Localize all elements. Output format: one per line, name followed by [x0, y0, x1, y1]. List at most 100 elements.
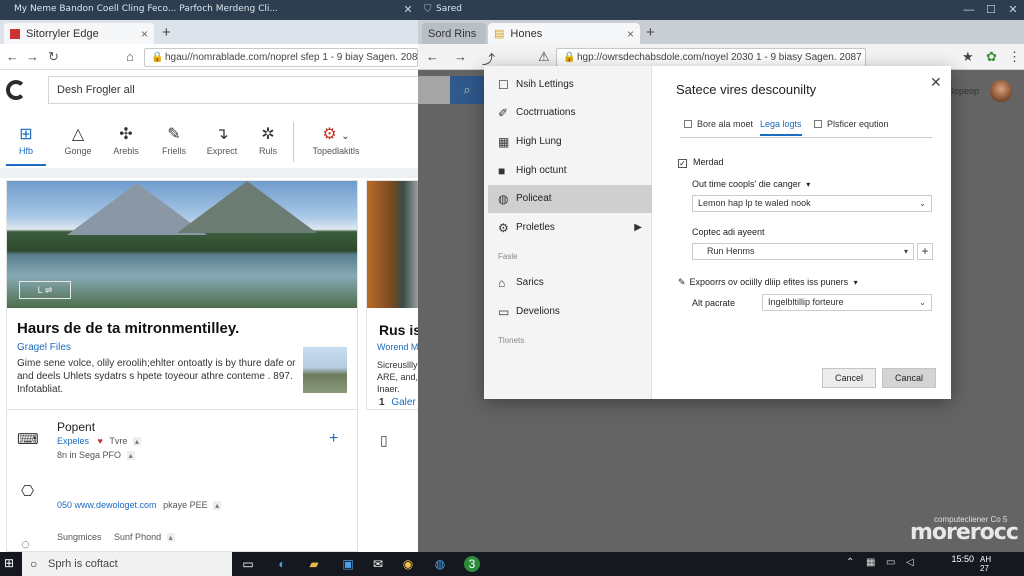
- category-ruls[interactable]: ✲ Ruls: [244, 124, 292, 156]
- category-arebls[interactable]: ✣ Arebls: [102, 124, 150, 156]
- battery-icon[interactable]: ▭: [886, 557, 895, 568]
- forest-image: [367, 181, 418, 308]
- back-icon[interactable]: ←: [6, 49, 19, 64]
- settings-dialog: ☐ Nsih Lettings ✐ Coctrruations ▦ High L…: [484, 66, 951, 399]
- chevron-up-icon[interactable]: ⌃: [846, 557, 854, 568]
- list-item-title[interactable]: Popent: [57, 420, 95, 434]
- forward-icon[interactable]: →: [26, 49, 39, 64]
- mountain-shape: [177, 181, 317, 233]
- menu-item[interactable]: ⚙ Proletles ▶: [488, 214, 652, 242]
- menu-item[interactable]: ✐ Coctrruations: [488, 99, 652, 127]
- tab-lega-logts[interactable]: Lega logts: [760, 114, 802, 136]
- image-gallery-button[interactable]: L ⇌: [19, 281, 71, 299]
- chevron-down-icon: ⌄: [919, 298, 926, 307]
- browser-tab-active[interactable]: ▤ Hones ×: [488, 23, 640, 44]
- maximize-icon[interactable]: ☐: [980, 0, 1002, 20]
- card-source[interactable]: Gragel Files: [17, 342, 71, 353]
- lock-icon: 🔒: [151, 52, 164, 63]
- back-icon[interactable]: ←: [426, 49, 439, 64]
- field2-input[interactable]: Run Henms ▾: [692, 243, 914, 260]
- cancel-primary-button[interactable]: Cancal: [882, 368, 936, 388]
- list-item-sub[interactable]: Sungmices Sunf Phond ▴: [57, 532, 175, 542]
- add-button[interactable]: +: [329, 430, 338, 448]
- chrome-icon[interactable]: ◉: [400, 556, 416, 572]
- menu-item[interactable]: ▦ High Lung: [488, 128, 652, 156]
- refresh-icon[interactable]: ↻: [48, 49, 59, 65]
- checkbox-icon: ☐: [498, 78, 509, 92]
- mail-icon[interactable]: ✉: [370, 556, 386, 572]
- tab-label: Lega logts: [760, 119, 802, 129]
- news-card[interactable]: L ⇌ Haurs de de ta mitronmentilley. Grag…: [6, 180, 358, 410]
- start-icon[interactable]: ⊞: [4, 556, 14, 570]
- folder-icon[interactable]: ▰: [306, 556, 322, 572]
- home-icon[interactable]: ⌂: [126, 49, 134, 64]
- browser-tab[interactable]: Sitorryler Edge ×: [4, 23, 154, 44]
- menu-item[interactable]: ☐ Nsih Lettings: [488, 71, 652, 99]
- list-item-link[interactable]: 050 www.dewologet.com pkaye PEE ▴: [57, 500, 222, 510]
- card-title[interactable]: Rus is: [379, 322, 418, 338]
- avatar[interactable]: [990, 80, 1012, 102]
- puzzle-icon: ✣: [119, 126, 133, 143]
- category-exprect[interactable]: ↴ Exprect: [198, 124, 246, 156]
- edit-icon: ✎: [167, 126, 181, 143]
- field4-select[interactable]: Ingelbltillip forteure ⌄: [762, 294, 932, 311]
- minimize-icon[interactable]: —: [958, 0, 980, 20]
- green-app-icon[interactable]: 3: [464, 556, 480, 572]
- search-input[interactable]: Desh Frogler all: [48, 76, 418, 104]
- menu-item[interactable]: ■ High octunt: [488, 157, 652, 185]
- close-icon[interactable]: ✕: [398, 0, 418, 20]
- close-icon[interactable]: ✕: [930, 74, 942, 91]
- card-source[interactable]: Worend Maniellys Mat: [377, 342, 418, 352]
- star-icon[interactable]: ★: [962, 49, 974, 65]
- category-topedlakitls[interactable]: ⚙ ⌄ Topedlakitls: [304, 124, 368, 156]
- language-indicator[interactable]: AH 27: [980, 555, 991, 573]
- menu-icon[interactable]: ⋮: [1008, 49, 1021, 65]
- close-icon[interactable]: ✕: [1002, 0, 1024, 20]
- link-text: 050 www.dewologet.com: [57, 500, 157, 510]
- badge-text: Tvre: [109, 436, 128, 446]
- close-tab-icon[interactable]: ×: [627, 27, 634, 41]
- menu-item[interactable]: ⌂ Sarics: [488, 269, 652, 297]
- field1-select[interactable]: Lemon hap lp te waled nook ⌄: [692, 195, 932, 212]
- volume-icon[interactable]: ◁: [906, 557, 914, 568]
- app-icon[interactable]: ◍: [432, 556, 448, 572]
- browser-tab[interactable]: Sord Rins: [422, 23, 486, 44]
- badge: ▴: [213, 501, 222, 510]
- category-gonge[interactable]: △ Gonge: [54, 124, 102, 156]
- edge-icon[interactable]: ◐: [274, 556, 290, 572]
- network-icon[interactable]: ▦: [866, 557, 875, 568]
- task-view-icon[interactable]: ▭: [240, 556, 256, 572]
- increment-button[interactable]: +: [917, 243, 933, 260]
- close-tab-icon[interactable]: ×: [141, 27, 148, 41]
- cancel-button[interactable]: Cancel: [822, 368, 876, 388]
- label-text: Out time coopls' die canger: [692, 179, 801, 189]
- forward-icon[interactable]: →: [454, 49, 467, 64]
- card-link[interactable]: Galer: [391, 397, 415, 408]
- category-friells[interactable]: ✎ Friells: [150, 124, 198, 156]
- menu-item[interactable]: ▭ Develions: [488, 298, 652, 326]
- dialog-title: Satece vires descounilty: [676, 82, 817, 97]
- url-field[interactable]: 🔒 hgp://owrsdechabsdole.com/noyel 2030 1…: [556, 48, 866, 67]
- merdad-checkbox[interactable]: ✓ Merdad: [678, 157, 724, 168]
- tab-bore-ala-moet[interactable]: Bore ala moet: [684, 114, 753, 134]
- tab-label: Plsficer eqution: [827, 119, 889, 129]
- list-item-link[interactable]: Expeles ♥ Tvre ▴: [57, 436, 141, 446]
- active-category-indicator: [6, 164, 46, 166]
- store-icon[interactable]: ▣: [340, 556, 356, 572]
- category-hfb[interactable]: ⊞ Hfb: [2, 124, 50, 156]
- caret-icon: ▾: [903, 247, 908, 256]
- extension-icon[interactable]: ✿: [986, 49, 997, 65]
- window-icon: ▭: [498, 305, 510, 319]
- menu-item-selected[interactable]: ◍ Policeat: [488, 185, 652, 213]
- news-card[interactable]: Rus is Worend Maniellys Mat Sicreusllly …: [366, 180, 418, 410]
- window-controls: ✕: [398, 0, 418, 20]
- new-tab-icon[interactable]: +: [646, 24, 655, 41]
- url-field[interactable]: 🔒 hgau//nomrablade.com/noprel sfep 1 - 9…: [144, 48, 418, 67]
- taskbar-search[interactable]: ○ Sprh is coftact: [22, 552, 232, 576]
- new-tab-icon[interactable]: +: [162, 24, 171, 41]
- card-title[interactable]: Haurs de de ta mitronmentilley.: [17, 320, 239, 337]
- tab-plsficer-eqution[interactable]: Plsficer eqution: [814, 114, 889, 134]
- category-label: Exprect: [206, 146, 238, 156]
- category-label: Topedlakitls: [312, 146, 360, 156]
- clock[interactable]: 15:50: [944, 555, 974, 564]
